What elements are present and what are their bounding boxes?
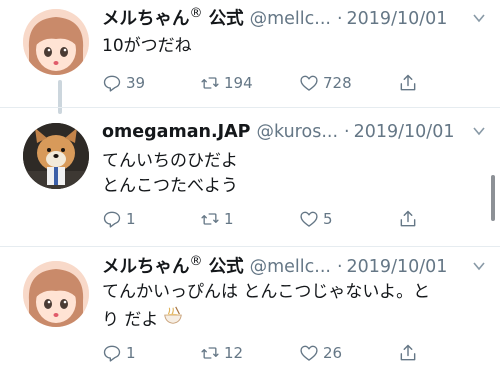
chevron-down-icon[interactable] [470, 257, 488, 275]
chevron-down-icon[interactable] [470, 122, 488, 140]
retweet-button[interactable]: 12 [200, 340, 243, 366]
retweet-count: 194 [224, 74, 253, 92]
tweet-date[interactable]: 2019/10/01 [347, 257, 448, 277]
separator-dot: · [336, 257, 343, 277]
share-button[interactable] [398, 70, 422, 96]
tweet-text-line: てんかいっぴんは とんこつじゃないよ。と [102, 282, 431, 302]
tweet-text: てんかいっぴんは とんこつじゃないよ。と り だよ [102, 280, 482, 335]
reply-count: 1 [126, 210, 136, 228]
retweet-icon [201, 347, 219, 359]
avatar[interactable] [23, 123, 89, 189]
like-button[interactable]: 728 [299, 70, 352, 96]
separator-dot: · [336, 9, 343, 29]
tweet-actions: 39 194 728 [102, 70, 432, 96]
tweet-text-line: り だよ [102, 310, 159, 330]
reply-icon [103, 211, 121, 228]
reply-icon [103, 345, 121, 362]
tweet-actions: 1 12 26 [102, 340, 432, 366]
user-handle[interactable]: @kuros... [257, 122, 339, 142]
tweet-header: omegaman.JAP @kuros... · 2019/10/01 [102, 120, 490, 144]
heart-icon [300, 345, 318, 361]
tweet[interactable]: メルちゃん® 公式 @mellc... · 2019/10/01 てんかいっぴんは と… [0, 247, 500, 377]
tweet-text-line: とんこつたべよう [102, 176, 238, 196]
share-icon [400, 74, 416, 91]
share-icon [400, 210, 416, 227]
tweet-text-line: てんいちのひだよ [102, 151, 238, 171]
tweet-text-line: 10がつだね [102, 36, 192, 56]
chevron-down-icon[interactable] [470, 9, 488, 27]
tweet-text: てんいちのひだよ とんこつたべよう [102, 149, 482, 199]
retweet-button[interactable]: 1 [200, 206, 234, 232]
retweet-button[interactable]: 194 [200, 70, 253, 96]
ramen-bowl-emoji [162, 305, 184, 335]
tweet-text-line-wrap: り だよ [102, 305, 482, 335]
heart-icon [300, 75, 318, 91]
display-name[interactable]: メルちゃん [102, 257, 190, 277]
separator-dot: · [344, 122, 350, 142]
reply-count: 1 [126, 344, 136, 362]
reply-button[interactable]: 1 [102, 340, 136, 366]
tweet-date[interactable]: 2019/10/01 [354, 122, 455, 142]
registered-mark: ® [189, 6, 203, 22]
retweet-count: 12 [224, 344, 244, 362]
share-button[interactable] [398, 340, 422, 366]
retweet-count: 1 [224, 210, 234, 228]
tweet-text: 10がつだね [102, 34, 482, 59]
display-name-suffix[interactable]: 公式 [203, 9, 244, 29]
share-button[interactable] [398, 206, 422, 232]
retweet-icon [201, 213, 219, 225]
reply-count: 39 [126, 74, 146, 92]
avatar[interactable] [23, 9, 89, 75]
like-button[interactable]: 26 [299, 340, 342, 366]
user-handle[interactable]: @mellc... [250, 257, 331, 277]
heart-icon [300, 211, 318, 227]
tweet-header: メルちゃん® 公式 @mellc... · 2019/10/01 [102, 255, 490, 279]
scrollbar-thumb[interactable] [491, 175, 495, 221]
tweet-header: メルちゃん® 公式 @mellc... · 2019/10/01 [102, 7, 490, 31]
retweet-icon [201, 77, 219, 89]
like-count: 5 [323, 210, 333, 228]
tweet-date[interactable]: 2019/10/01 [347, 9, 448, 29]
display-name[interactable]: omegaman.JAP [102, 122, 251, 142]
share-icon [400, 344, 416, 361]
avatar[interactable] [23, 261, 89, 327]
tweet[interactable]: メルちゃん® 公式 @mellc... · 2019/10/01 10がつだね 39 … [0, 0, 500, 107]
like-count: 728 [323, 74, 352, 92]
reply-icon [103, 75, 121, 92]
reply-button[interactable]: 1 [102, 206, 136, 232]
display-name[interactable]: メルちゃん [102, 9, 190, 29]
like-button[interactable]: 5 [299, 206, 333, 232]
registered-mark: ® [189, 254, 203, 270]
tweet[interactable]: omegaman.JAP @kuros... · 2019/10/01 てんいちのひだ… [0, 108, 500, 246]
tweet-actions: 1 1 5 [102, 206, 432, 232]
like-count: 26 [323, 344, 343, 362]
reply-button[interactable]: 39 [102, 70, 145, 96]
display-name-suffix[interactable]: 公式 [203, 257, 244, 277]
user-handle[interactable]: @mellc... [250, 9, 331, 29]
